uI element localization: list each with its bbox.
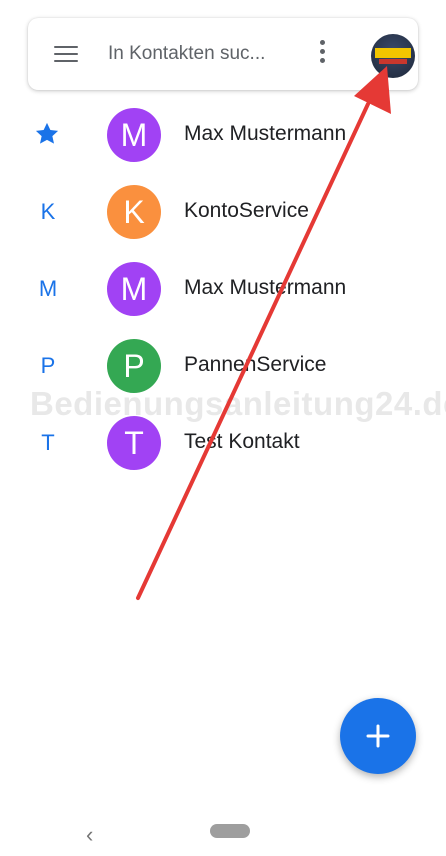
menu-icon[interactable]: [54, 46, 78, 62]
section-letter: K: [40, 199, 56, 224]
more-vert-icon[interactable]: [317, 40, 327, 68]
home-pill[interactable]: [210, 824, 250, 838]
contact-name: Test Kontakt: [184, 430, 300, 453]
contact-name: Max Mustermann: [184, 276, 347, 299]
section-letter: M: [38, 276, 58, 301]
section-letter: T: [41, 430, 55, 455]
system-nav-bar: ‹: [0, 800, 446, 856]
contact-name: KontoService: [184, 199, 309, 222]
star-icon: [35, 122, 59, 144]
contact-row[interactable]: M Max Mustermann: [0, 105, 446, 165]
section-letter: P: [40, 353, 56, 378]
contact-avatar: K: [107, 185, 161, 239]
contact-name: PannenService: [184, 353, 327, 376]
account-avatar[interactable]: [371, 34, 415, 78]
contact-avatar: M: [107, 262, 161, 316]
add-contact-button[interactable]: [340, 698, 416, 774]
contact-avatar: M: [107, 108, 161, 162]
contact-avatar: T: [107, 416, 161, 470]
plus-icon: [366, 724, 390, 748]
search-input[interactable]: In Kontakten suc...: [108, 43, 265, 65]
contact-row[interactable]: T T Test Kontakt: [0, 413, 446, 473]
contact-row[interactable]: M M Max Mustermann: [0, 259, 446, 319]
contact-name: Max Mustermann: [184, 122, 347, 145]
search-bar[interactable]: In Kontakten suc...: [28, 18, 418, 90]
back-icon[interactable]: ‹: [86, 822, 93, 848]
contact-row[interactable]: K K KontoService: [0, 182, 446, 242]
